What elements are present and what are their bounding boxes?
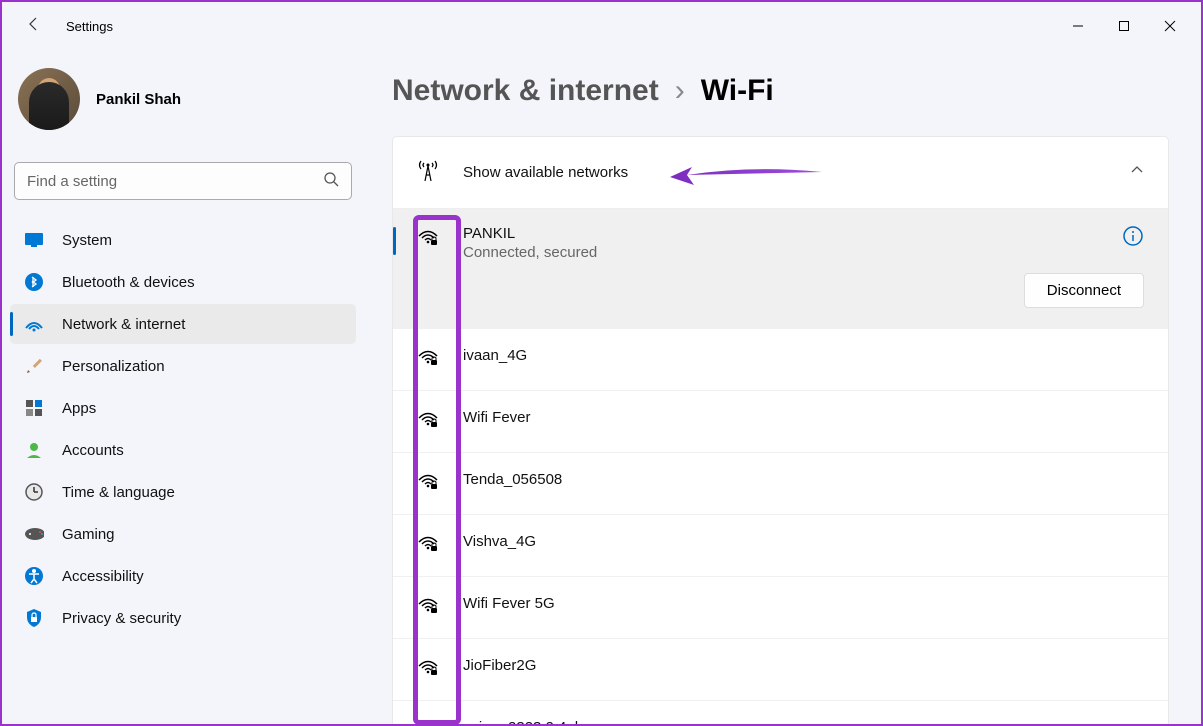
panel-expand-toggle[interactable]: Show available networks	[393, 137, 1168, 208]
network-name: sairam2323 2.4ghz	[463, 719, 1144, 724]
network-name: ivaan_4G	[463, 347, 1144, 364]
nav-label: Personalization	[62, 358, 165, 375]
network-name: Wifi Fever 5G	[463, 595, 1144, 612]
network-status: Connected, secured	[463, 244, 1144, 261]
nav-personalization[interactable]: Personalization	[10, 346, 356, 386]
wifi-secured-icon	[417, 595, 439, 620]
disconnect-button[interactable]: Disconnect	[1024, 273, 1144, 308]
breadcrumb: Network & internet › Wi-Fi	[392, 74, 1169, 108]
network-item-connected[interactable]: PANKIL Connected, secured Disconnect	[393, 209, 1168, 329]
network-name: Wifi Fever	[463, 409, 1144, 426]
breadcrumb-parent[interactable]: Network & internet	[392, 74, 659, 108]
nav-label: Gaming	[62, 526, 115, 543]
network-name: PANKIL	[463, 225, 1144, 242]
system-icon	[24, 230, 44, 250]
network-list: PANKIL Connected, secured Disconnect iva…	[393, 208, 1168, 724]
networks-panel: Show available networks PANKIL Connected…	[392, 136, 1169, 724]
nav-apps[interactable]: Apps	[10, 388, 356, 428]
info-icon[interactable]	[1122, 225, 1144, 252]
nav-list: System Bluetooth & devices Network & int…	[10, 216, 356, 642]
gaming-icon	[24, 524, 44, 544]
wifi-secured-icon	[417, 227, 439, 252]
nav-network[interactable]: Network & internet	[10, 304, 356, 344]
wifi-secured-icon	[417, 533, 439, 558]
wifi-secured-icon	[417, 347, 439, 372]
personalization-icon	[24, 356, 44, 376]
sidebar: Pankil Shah System Bluetooth & devices N…	[2, 50, 364, 724]
network-icon	[24, 314, 44, 334]
chevron-up-icon	[1130, 163, 1144, 182]
nav-accounts[interactable]: Accounts	[10, 430, 356, 470]
nav-gaming[interactable]: Gaming	[10, 514, 356, 554]
profile-section[interactable]: Pankil Shah	[10, 60, 356, 154]
time-icon	[24, 482, 44, 502]
accessibility-icon	[24, 566, 44, 586]
nav-label: Privacy & security	[62, 610, 181, 627]
nav-label: System	[62, 232, 112, 249]
maximize-button[interactable]	[1101, 10, 1147, 42]
network-item[interactable]: Vishva_4G	[393, 515, 1168, 577]
nav-label: Time & language	[62, 484, 175, 501]
app-title: Settings	[66, 19, 113, 34]
nav-system[interactable]: System	[10, 220, 356, 260]
network-item[interactable]: Wifi Fever	[393, 391, 1168, 453]
network-name: Tenda_056508	[463, 471, 1144, 488]
nav-label: Bluetooth & devices	[62, 274, 195, 291]
profile-name: Pankil Shah	[96, 91, 181, 108]
bluetooth-icon	[24, 272, 44, 292]
search-input[interactable]	[27, 173, 323, 190]
nav-time[interactable]: Time & language	[10, 472, 356, 512]
nav-accessibility[interactable]: Accessibility	[10, 556, 356, 596]
network-item[interactable]: sairam2323 2.4ghz	[393, 701, 1168, 724]
content-area: Network & internet › Wi-Fi Show availabl…	[364, 50, 1201, 724]
antenna-icon	[417, 157, 439, 188]
nav-label: Apps	[62, 400, 96, 417]
chevron-right-icon: ›	[675, 74, 685, 108]
wifi-secured-icon	[417, 719, 439, 724]
network-item[interactable]: ivaan_4G	[393, 329, 1168, 391]
apps-icon	[24, 398, 44, 418]
nav-label: Accounts	[62, 442, 124, 459]
wifi-secured-icon	[417, 657, 439, 682]
panel-title: Show available networks	[463, 164, 628, 181]
avatar	[18, 68, 80, 130]
search-box[interactable]	[14, 162, 352, 200]
network-name: JioFiber2G	[463, 657, 1144, 674]
nav-bluetooth[interactable]: Bluetooth & devices	[10, 262, 356, 302]
minimize-button[interactable]	[1055, 10, 1101, 42]
close-button[interactable]	[1147, 10, 1193, 42]
search-icon	[323, 171, 339, 192]
nav-privacy[interactable]: Privacy & security	[10, 598, 356, 638]
titlebar: Settings	[2, 2, 1201, 50]
network-name: Vishva_4G	[463, 533, 1144, 550]
wifi-secured-icon	[417, 471, 439, 496]
nav-label: Accessibility	[62, 568, 144, 585]
privacy-icon	[24, 608, 44, 628]
wifi-secured-icon	[417, 409, 439, 434]
nav-label: Network & internet	[62, 316, 185, 333]
breadcrumb-current: Wi-Fi	[701, 74, 774, 108]
network-item[interactable]: Tenda_056508	[393, 453, 1168, 515]
network-item[interactable]: JioFiber2G	[393, 639, 1168, 701]
network-item[interactable]: Wifi Fever 5G	[393, 577, 1168, 639]
back-button[interactable]	[22, 12, 46, 41]
accounts-icon	[24, 440, 44, 460]
